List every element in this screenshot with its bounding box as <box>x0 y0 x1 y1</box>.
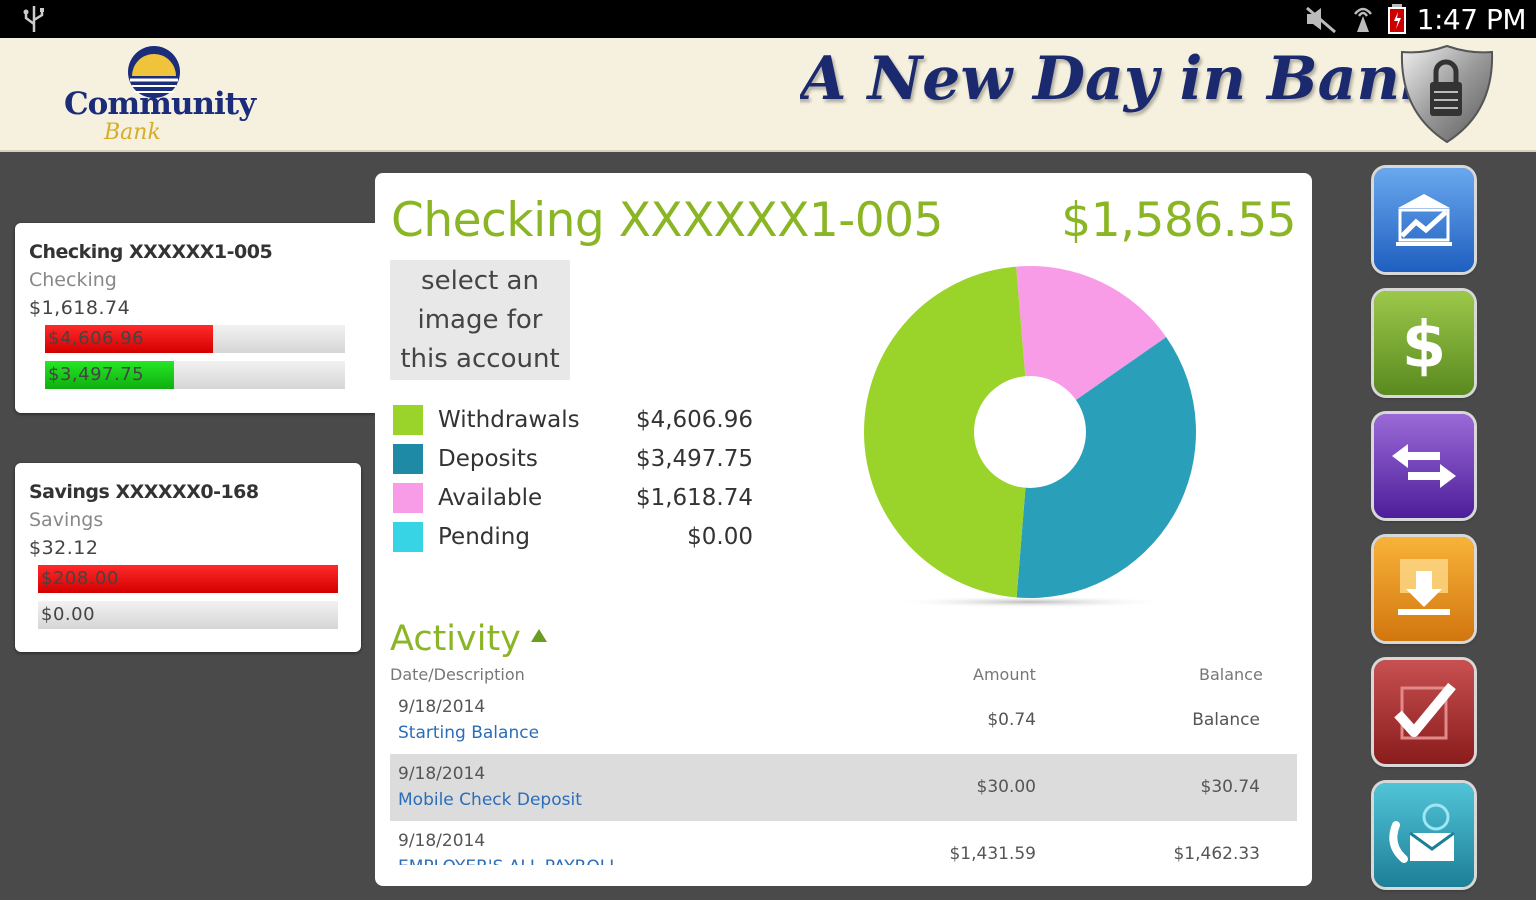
bar-label: $0.00 <box>41 604 96 625</box>
logo-word: Community <box>64 86 256 122</box>
image-select-line: image for <box>417 305 543 335</box>
logo-script: Bank <box>104 120 161 145</box>
image-select-line: select an <box>421 266 539 296</box>
row-amount: $0.74 <box>987 710 1036 730</box>
row-description[interactable]: Starting Balance <box>398 723 539 743</box>
detail-account-title: Checking XXXXXX1-005 <box>391 193 943 248</box>
withdrawals-bar: $208.00 <box>38 565 338 593</box>
bar-label: $4,606.96 <box>48 328 145 349</box>
column-header-amount[interactable]: Amount <box>973 665 1036 684</box>
legend-value: $1,618.74 <box>635 485 753 511</box>
security-shield-icon[interactable] <box>1398 42 1496 146</box>
legend-label: Withdrawals <box>438 407 580 433</box>
row-date: 9/18/2014 <box>398 697 486 717</box>
accounts-chart-icon <box>1396 194 1452 246</box>
mute-icon <box>1305 6 1336 34</box>
row-description[interactable]: EMPLOYER'S ALL PAYROLL <box>398 857 619 865</box>
legend-item-pending: Pending $0.00 <box>393 520 753 559</box>
deposit-download-icon <box>1398 559 1450 615</box>
status-bar: 1:47 PM <box>0 0 1536 38</box>
header-tagline: A New Day in Banking <box>800 44 1420 114</box>
svg-text:$: $ <box>1402 309 1447 383</box>
row-balance: $1,462.33 <box>1173 844 1260 864</box>
battery-icon <box>1387 4 1406 34</box>
mobile-deposit-button[interactable] <box>1374 537 1474 641</box>
column-header-date-description[interactable]: Date/Description <box>390 665 525 684</box>
activity-list: 9/18/2014 Starting Balance $0.74 Balance… <box>390 687 1297 865</box>
legend-label: Available <box>438 485 543 511</box>
activity-title: Activity <box>390 619 521 659</box>
legend-item-withdrawals: Withdrawals $4,606.96 <box>393 403 753 442</box>
transfer-arrows-icon <box>1392 444 1456 488</box>
activity-row[interactable]: 9/18/2014 Mobile Check Deposit $30.00 $3… <box>390 754 1297 821</box>
account-type: Savings <box>29 509 104 531</box>
legend-item-deposits: Deposits $3,497.75 <box>393 442 753 481</box>
contact-button[interactable] <box>1374 783 1474 887</box>
detail-account-amount: $1,586.55 <box>1061 193 1296 248</box>
accounts-button[interactable] <box>1374 168 1474 272</box>
account-name: Checking XXXXXX1-005 <box>29 241 273 263</box>
status-time: 1:47 PM <box>1416 2 1527 36</box>
legend-item-available: Available $1,618.74 <box>393 481 753 520</box>
legend-swatch <box>393 483 423 513</box>
legend-swatch <box>393 405 423 435</box>
signal-icon <box>1353 7 1372 32</box>
legend-label: Pending <box>438 524 530 550</box>
row-balance: Balance <box>1192 710 1260 730</box>
row-amount: $30.00 <box>976 777 1036 797</box>
image-select-line: this account <box>400 344 560 374</box>
legend-swatch <box>393 522 423 552</box>
community-bank-logo: Community Bank <box>60 38 256 152</box>
bar-label: $3,497.75 <box>48 364 145 385</box>
contact-mail-icon <box>1389 803 1455 863</box>
row-amount: $1,431.59 <box>949 844 1036 864</box>
dollar-icon: $ <box>1402 309 1447 383</box>
account-detail-panel: Checking XXXXXX1-005 $1,586.55 select an… <box>375 173 1312 886</box>
row-description[interactable]: Mobile Check Deposit <box>398 790 582 810</box>
legend-swatch <box>393 444 423 474</box>
account-balance: $1,618.74 <box>29 297 131 319</box>
account-card-savings[interactable]: Savings XXXXXX0-168 Savings $32.12 $208.… <box>15 463 361 652</box>
legend-label: Deposits <box>438 446 538 472</box>
bill-pay-button[interactable] <box>1374 660 1474 764</box>
balance-donut-chart[interactable] <box>855 258 1205 613</box>
usb-icon <box>23 6 44 32</box>
payments-button[interactable]: $ <box>1374 291 1474 395</box>
transfers-button[interactable] <box>1374 414 1474 518</box>
activity-row[interactable]: 9/18/2014 EMPLOYER'S ALL PAYROLL $1,431.… <box>390 821 1297 865</box>
caret-up-icon <box>530 629 547 642</box>
legend-value: $4,606.96 <box>635 407 753 433</box>
activity-row[interactable]: 9/18/2014 Starting Balance $0.74 Balance <box>390 687 1297 754</box>
donut-hole <box>974 376 1086 488</box>
row-balance: $30.74 <box>1200 777 1260 797</box>
account-balance: $32.12 <box>29 537 99 559</box>
chart-legend: Withdrawals $4,606.96 Deposits $3,497.75… <box>393 403 753 559</box>
select-account-image-button[interactable]: select an image for this account <box>390 260 570 380</box>
legend-value: $3,497.75 <box>635 446 753 472</box>
deposits-bar: $0.00 <box>38 601 338 629</box>
row-date: 9/18/2014 <box>398 764 486 784</box>
activity-toggle[interactable]: Activity <box>390 619 547 659</box>
app-header: Community Bank A New Day in Banking <box>0 38 1536 152</box>
account-card-checking[interactable]: Checking XXXXXX1-005 Checking $1,618.74 … <box>15 223 375 413</box>
account-type: Checking <box>29 269 117 291</box>
bar-label: $208.00 <box>41 568 119 589</box>
deposits-bar: $3,497.75 <box>45 361 345 389</box>
account-name: Savings XXXXXX0-168 <box>29 481 259 503</box>
column-header-balance[interactable]: Balance <box>1199 665 1263 684</box>
row-date: 9/18/2014 <box>398 831 486 851</box>
checkmark-icon <box>1394 682 1456 740</box>
legend-value: $0.00 <box>687 524 753 550</box>
withdrawals-bar: $4,606.96 <box>45 325 345 353</box>
